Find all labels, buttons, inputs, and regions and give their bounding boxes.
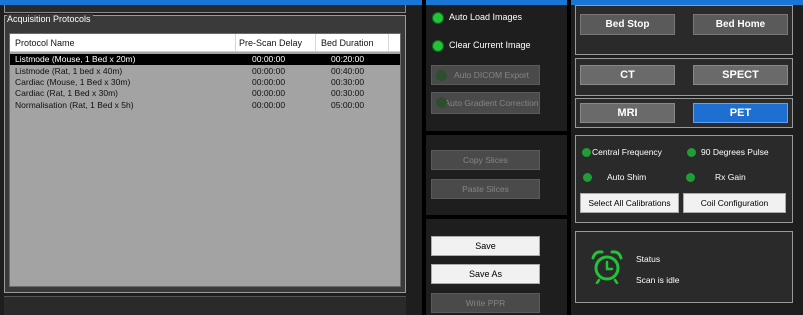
cell-bed-duration: 00:20:00: [331, 54, 365, 64]
cell-protocol-name: Cardiac (Rat, 1 Bed x 30m): [15, 88, 118, 98]
status-label: Status: [636, 254, 661, 264]
cell-pre-scan-delay: 00:00:00: [252, 66, 286, 76]
cell-protocol-name: Normalisation (Rat, 1 Bed x 5h): [15, 100, 134, 110]
control-panel: Bed Stop Bed Home CT SPECT MRI PET Centr…: [575, 5, 793, 315]
paste-slices-button[interactable]: Paste Slices: [431, 179, 540, 199]
ct-label: CT: [620, 69, 635, 81]
pet-label: PET: [729, 107, 752, 119]
cell-bed-duration: 00:30:00: [331, 77, 365, 87]
column-separator: [388, 34, 389, 52]
cell-protocol-name: Listmode (Mouse, 1 Bed x 20m): [15, 54, 136, 64]
table-row[interactable]: Normalisation (Rat, 1 Bed x 5h) 00:00:00…: [10, 100, 400, 111]
coil-configuration-button[interactable]: Coil Configuration: [683, 193, 786, 213]
table-row[interactable]: Cardiac (Mouse, 1 Bed x 30m) 00:00:00 00…: [10, 77, 400, 88]
select-all-calibrations-button[interactable]: Select All Calibrations: [580, 193, 679, 213]
bed-home-button[interactable]: Bed Home: [693, 14, 788, 35]
mri-mode-button[interactable]: MRI: [580, 103, 675, 123]
cell-bed-duration: 00:30:00: [331, 88, 365, 98]
section-divider: [426, 215, 567, 219]
cell-protocol-name: Cardiac (Mouse, 1 Bed x 30m): [15, 77, 131, 87]
mri-label: MRI: [617, 107, 638, 119]
cell-pre-scan-delay: 00:00:00: [252, 54, 286, 64]
auto-load-images-label: Auto Load Images: [449, 12, 523, 22]
central-frequency-led-icon: [582, 148, 591, 157]
pet-mode-button[interactable]: PET: [693, 103, 788, 123]
auto-dicom-export-toggle[interactable]: Auto DICOM Export: [431, 65, 540, 85]
table-row[interactable]: Listmode (Rat, 1 bed x 40m) 00:00:00 00:…: [10, 66, 400, 77]
status-led-icon: [436, 70, 447, 81]
write-ppr-button[interactable]: Write PPR: [431, 293, 540, 313]
rx-gain-led-icon: [686, 173, 695, 182]
modality-box-lower: MRI PET: [575, 98, 793, 128]
column-header-pre-scan-delay[interactable]: Pre-Scan Delay: [239, 38, 302, 48]
protocol-table[interactable]: Protocol Name Pre-Scan Delay Bed Duratio…: [9, 33, 401, 287]
ct-mode-button[interactable]: CT: [580, 65, 675, 85]
auto-gradient-correction-toggle[interactable]: Auto Gradient Correction: [431, 92, 540, 114]
cell-bed-duration: 05:00:00: [331, 100, 365, 110]
group-title: Acquisition Protocols: [7, 14, 93, 24]
column-separator: [315, 34, 316, 52]
spect-label: SPECT: [722, 69, 759, 81]
save-as-label: Save As: [468, 269, 503, 279]
write-ppr-label: Write PPR: [465, 297, 506, 308]
bed-controls-box: Bed Stop Bed Home: [575, 5, 793, 55]
column-divider: [422, 0, 426, 315]
clear-current-image-label: Clear Current Image: [449, 40, 531, 50]
cell-bed-duration: 00:40:00: [331, 66, 365, 76]
auto-dicom-export-label: Auto DICOM Export: [453, 69, 530, 80]
auto-shim-led-icon: [583, 173, 592, 182]
lower-panel-edge: [4, 296, 406, 315]
select-all-calibrations-label: Select All Calibrations: [588, 198, 671, 208]
status-led-icon: [432, 40, 444, 52]
upper-panel-edge: [4, 5, 406, 13]
status-text: Scan is idle: [636, 275, 680, 285]
alarm-clock-icon: [591, 250, 623, 284]
cell-pre-scan-delay: 00:00:00: [252, 88, 286, 98]
status-box: Status Scan is idle: [575, 231, 793, 303]
cell-protocol-name: Listmode (Rat, 1 bed x 40m): [15, 66, 123, 76]
paste-slices-label: Paste Slices: [462, 183, 509, 194]
column-separator: [235, 34, 236, 52]
cell-pre-scan-delay: 00:00:00: [252, 77, 286, 87]
bed-stop-button[interactable]: Bed Stop: [580, 14, 675, 35]
auto-load-images-toggle[interactable]: Auto Load Images: [432, 11, 562, 25]
bed-stop-label: Bed Stop: [605, 19, 650, 30]
table-row[interactable]: Cardiac (Rat, 1 Bed x 30m) 00:00:00 00:3…: [10, 88, 400, 99]
bed-home-label: Bed Home: [715, 19, 766, 30]
status-led-icon: [432, 12, 444, 24]
ninety-degrees-pulse-label[interactable]: 90 Degrees Pulse: [701, 147, 769, 157]
cell-pre-scan-delay: 00:00:00: [252, 100, 286, 110]
spect-mode-button[interactable]: SPECT: [693, 65, 788, 85]
save-button[interactable]: Save: [431, 236, 540, 256]
acquisition-protocols-group: Acquisition Protocols Protocol Name Pre-…: [4, 14, 406, 293]
copy-slices-button[interactable]: Copy Slices: [431, 150, 540, 170]
rx-gain-label[interactable]: Rx Gain: [715, 172, 746, 182]
table-row[interactable]: Listmode (Mouse, 1 Bed x 20m) 00:00:00 0…: [10, 54, 400, 65]
modality-box-upper: CT SPECT: [575, 58, 793, 96]
section-divider: [426, 131, 567, 135]
column-header-bed-duration[interactable]: Bed Duration: [321, 38, 374, 48]
ninety-degrees-pulse-led-icon: [687, 148, 696, 157]
calibrations-box: Central Frequency 90 Degrees Pulse Auto …: [575, 135, 793, 223]
save-label: Save: [475, 241, 496, 251]
column-divider: [567, 0, 571, 315]
table-header: Protocol Name Pre-Scan Delay Bed Duratio…: [10, 34, 400, 52]
status-led-icon: [436, 97, 447, 108]
copy-slices-label: Copy Slices: [463, 154, 508, 165]
auto-gradient-correction-label: Auto Gradient Correction: [444, 97, 539, 108]
clear-current-image-toggle[interactable]: Clear Current Image: [432, 39, 562, 53]
save-as-button[interactable]: Save As: [431, 264, 540, 284]
coil-configuration-label: Coil Configuration: [700, 198, 769, 208]
auto-shim-label[interactable]: Auto Shim: [607, 172, 646, 182]
column-header-protocol-name[interactable]: Protocol Name: [15, 38, 75, 48]
central-frequency-label[interactable]: Central Frequency: [592, 147, 662, 157]
scanner-control-window: Acquisition Protocols Protocol Name Pre-…: [0, 0, 803, 315]
